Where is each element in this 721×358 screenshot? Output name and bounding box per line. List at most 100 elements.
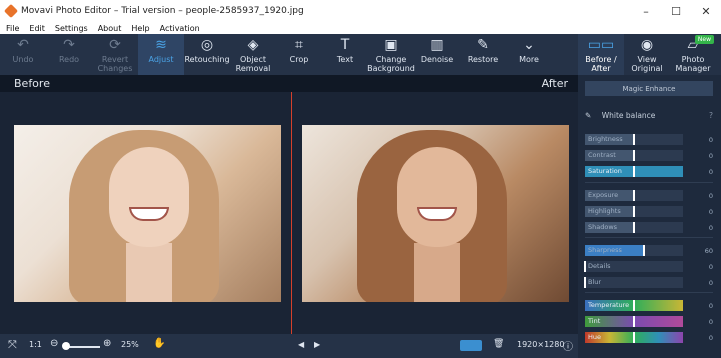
redo-button[interactable]: ↷ Redo	[46, 34, 92, 75]
slider-handle[interactable]	[633, 222, 635, 233]
app-window: Movavi Photo Editor – Trial version – pe…	[0, 0, 721, 358]
slider-handle[interactable]	[633, 150, 635, 161]
denoise-icon: ▥	[430, 36, 444, 53]
before-after-button[interactable]: ▭▭ Before / After	[578, 34, 624, 75]
slider-handle[interactable]	[633, 332, 635, 343]
text-tab[interactable]: T Text	[322, 34, 368, 75]
menu-settings[interactable]: Settings	[55, 24, 88, 33]
slider-value: 0	[708, 262, 713, 271]
slider-handle[interactable]	[633, 316, 635, 327]
app-logo-icon	[3, 3, 19, 19]
compare-header: Before After	[0, 75, 578, 92]
slider-value: 0	[708, 278, 713, 287]
change-background-tab[interactable]: ▣ Change Background	[367, 34, 415, 75]
denoise-tab[interactable]: ▥ Denoise	[414, 34, 460, 75]
trash-icon[interactable]: 🗑	[493, 339, 504, 349]
previous-image-icon[interactable]: ◀	[298, 340, 304, 349]
object-removal-tab[interactable]: ◈ Object Removal	[230, 34, 276, 75]
restore-tab[interactable]: ✎ Restore	[460, 34, 506, 75]
compare-divider[interactable]	[291, 92, 292, 334]
slider-value: 0	[708, 333, 713, 342]
toolbar-label: Object Removal	[235, 55, 271, 73]
before-photo	[14, 125, 281, 302]
exposure-slider[interactable]: Exposure	[585, 190, 683, 201]
hue-slider-row: Hue 0	[585, 332, 713, 343]
slider-handle[interactable]	[633, 134, 635, 145]
saturation-slider[interactable]: Saturation	[585, 166, 683, 177]
slider-handle[interactable]	[642, 245, 645, 256]
brightness-slider[interactable]: Brightness	[585, 134, 683, 145]
more-button[interactable]: ⌄ More	[506, 34, 552, 75]
white-balance-row[interactable]: ✎ White balance ?	[585, 111, 713, 120]
blur-slider-row: Blur 0	[584, 277, 713, 288]
minimize-button[interactable]: –	[631, 5, 661, 18]
adjust-icon: ≋	[155, 36, 167, 53]
slider-handle[interactable]	[633, 206, 635, 217]
compare-view-icon[interactable]	[460, 340, 482, 351]
eye-icon: ◉	[640, 36, 654, 53]
highlights-slider-row: Highlights 0	[585, 206, 713, 217]
slider-handle[interactable]	[633, 300, 635, 311]
tint-slider[interactable]: Tint	[585, 316, 683, 327]
sharpness-slider-row: Sharpness 60	[585, 245, 713, 256]
close-button[interactable]: ✕	[691, 5, 721, 18]
magic-enhance-button[interactable]: Magic Enhance	[585, 81, 713, 96]
zoom-out-icon[interactable]: ⊖	[50, 338, 58, 349]
slider-label: Temperature	[588, 301, 630, 309]
crop-icon: ⌗	[295, 36, 303, 53]
contrast-slider[interactable]: Contrast	[585, 150, 683, 161]
slider-label: Brightness	[588, 135, 623, 143]
view-button-label: View Original	[631, 55, 663, 73]
actual-size-button[interactable]: 1:1	[29, 340, 42, 349]
maximize-button[interactable]: ☐	[661, 5, 691, 18]
menu-about[interactable]: About	[98, 24, 122, 33]
menu-activation[interactable]: Activation	[160, 24, 200, 33]
eyedropper-icon: ✎	[585, 111, 592, 120]
hue-slider[interactable]: Hue	[585, 332, 683, 343]
highlights-slider[interactable]: Highlights	[585, 206, 683, 217]
slider-label: Tint	[588, 317, 601, 325]
crop-tab[interactable]: ⌗ Crop	[276, 34, 322, 75]
retouching-tab[interactable]: ◎ Retouching	[184, 34, 230, 75]
slider-label: Shadows	[588, 223, 618, 231]
slider-handle[interactable]	[584, 261, 586, 272]
slider-handle[interactable]	[584, 277, 586, 288]
menu-help[interactable]: Help	[131, 24, 149, 33]
menu-edit[interactable]: Edit	[29, 24, 45, 33]
blur-slider[interactable]: Blur	[584, 277, 683, 288]
photo-manager-button[interactable]: ▱ Photo Manager New	[670, 34, 716, 75]
help-icon[interactable]: ?	[709, 111, 713, 120]
slider-value: 60	[704, 246, 713, 255]
slider-value: 0	[708, 135, 713, 144]
menu-file[interactable]: File	[6, 24, 19, 33]
hand-tool-icon[interactable]: ✋	[153, 338, 165, 349]
shadows-slider[interactable]: Shadows	[585, 222, 683, 233]
temperature-slider[interactable]: Temperature	[585, 300, 683, 311]
zoom-slider-handle[interactable]	[62, 342, 70, 350]
slider-handle[interactable]	[633, 190, 635, 201]
object-removal-icon: ◈	[247, 36, 259, 53]
brightness-slider-row: Brightness 0	[585, 134, 713, 145]
zoom-in-icon[interactable]: ⊕	[103, 338, 111, 349]
fit-to-window-icon[interactable]: ⤧	[8, 338, 17, 352]
sharpness-slider[interactable]: Sharpness	[585, 245, 683, 256]
details-slider[interactable]: Details	[584, 261, 683, 272]
next-image-icon[interactable]: ▶	[314, 340, 320, 349]
view-original-button[interactable]: ◉ View Original	[624, 34, 670, 75]
info-icon[interactable]: ⓘ	[563, 338, 573, 353]
slider-label: Hue	[588, 333, 602, 341]
toolbar-label: Denoise	[420, 55, 454, 64]
slider-label: Highlights	[588, 207, 621, 215]
slider-value: 0	[708, 223, 713, 232]
adjust-tab[interactable]: ≋ Adjust	[138, 34, 184, 75]
photo-canvas[interactable]	[0, 92, 578, 334]
revert-changes-button[interactable]: ⟳ Revert Changes	[92, 34, 138, 75]
window-title: Movavi Photo Editor – Trial version – pe…	[21, 6, 304, 16]
slider-value: 0	[708, 317, 713, 326]
toolbar-label: Restore	[467, 55, 499, 64]
toolbar-label: Undo	[12, 55, 34, 64]
undo-button[interactable]: ↶ Undo	[0, 34, 46, 75]
section-divider	[585, 182, 713, 183]
slider-handle[interactable]	[633, 166, 635, 177]
undo-icon: ↶	[17, 36, 29, 53]
